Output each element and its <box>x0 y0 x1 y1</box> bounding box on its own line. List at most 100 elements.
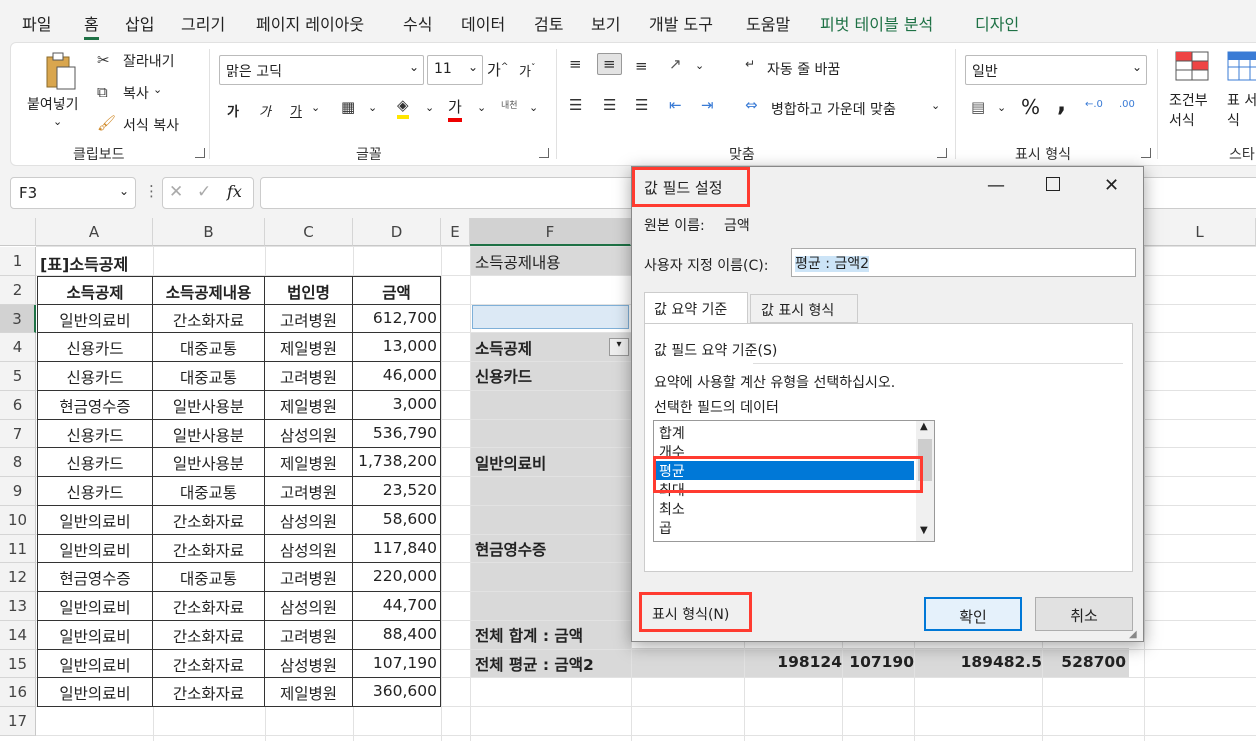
table-cell[interactable]: 삼성의원 <box>265 592 353 621</box>
name-box[interactable]: F3 ⌄ <box>10 177 136 209</box>
list-item[interactable]: 최소 <box>656 499 914 518</box>
table-cell[interactable]: 58,600 <box>353 505 441 535</box>
scroll-down-icon[interactable]: ▼ <box>920 525 928 536</box>
ok-button[interactable]: 확인 <box>924 597 1022 631</box>
table-cell[interactable]: 삼성병원 <box>265 649 353 679</box>
cut-button[interactable]: 잘라내기 <box>123 51 175 71</box>
accounting-format-icon[interactable]: ▤ <box>971 98 985 116</box>
filter-dropdown-icon[interactable]: ▾ <box>609 338 629 356</box>
align-left-icon[interactable]: ☰ <box>569 96 582 114</box>
copy-button[interactable]: 복사 <box>123 83 149 103</box>
row-header[interactable]: 4 <box>0 333 36 362</box>
table-header[interactable]: 금액 <box>353 275 441 305</box>
selected-cell-f3[interactable] <box>472 305 629 329</box>
table-cell[interactable]: 일반의료비 <box>37 592 153 621</box>
table-cell[interactable]: 간소화자료 <box>153 620 265 650</box>
row-header[interactable]: 13 <box>0 592 36 621</box>
orientation-icon[interactable]: ↗ <box>669 55 682 73</box>
underline-dropdown-icon[interactable]: ⌄ <box>311 101 320 114</box>
table-cell[interactable]: 일반의료비 <box>37 534 153 564</box>
row-header[interactable]: 3 <box>0 304 36 334</box>
clipboard-paste-icon[interactable] <box>41 51 77 91</box>
font-size-select[interactable]: 11 ⌄ <box>427 55 483 85</box>
increase-decimal-icon[interactable]: ←.0 <box>1085 99 1103 110</box>
table-cell[interactable]: 제일병원 <box>265 678 353 707</box>
table-cell[interactable]: 간소화자료 <box>153 649 265 679</box>
table-cell[interactable]: 44,700 <box>353 592 441 621</box>
table-cell[interactable]: 신용카드 <box>37 477 153 506</box>
decrease-indent-icon[interactable]: ⇤ <box>669 96 682 114</box>
table-cell[interactable]: 고려병원 <box>265 304 353 334</box>
row-header[interactable]: 6 <box>0 390 36 420</box>
merge-dropdown-icon[interactable]: ⌄ <box>931 99 940 112</box>
table-header[interactable]: 소득공제내용 <box>153 275 265 305</box>
column-header-l[interactable]: L <box>1144 218 1256 246</box>
font-name-select[interactable]: 맑은 고딕 ⌄ <box>219 55 424 85</box>
table-title[interactable]: [표]소득공제 <box>40 247 128 275</box>
row-header[interactable]: 8 <box>0 448 36 477</box>
column-header-d[interactable]: D <box>353 218 441 246</box>
row-header[interactable]: 14 <box>0 620 36 650</box>
table-cell[interactable]: 일반의료비 <box>37 678 153 707</box>
table-cell[interactable]: 대중교통 <box>153 477 265 506</box>
table-cell[interactable]: 536,790 <box>353 419 441 449</box>
merge-center-button[interactable]: 병합하고 가운데 맞춤 <box>771 99 896 119</box>
table-cell[interactable]: 23,520 <box>353 477 441 506</box>
table-header[interactable]: 소득공제 <box>37 275 153 305</box>
table-cell[interactable]: 대중교통 <box>153 563 265 592</box>
select-all-corner[interactable] <box>0 218 36 246</box>
scroll-up-icon[interactable]: ▲ <box>920 421 928 432</box>
pivot-item-1[interactable]: 신용카드 <box>471 361 631 389</box>
align-bottom-icon[interactable]: ≡ <box>635 57 648 75</box>
table-cell[interactable]: 107,190 <box>353 649 441 679</box>
bold-button[interactable]: 가 <box>227 101 239 120</box>
accounting-dropdown-icon[interactable]: ⌄ <box>997 101 1006 114</box>
row-header[interactable]: 9 <box>0 477 36 506</box>
number-launcher-icon[interactable] <box>1141 148 1151 158</box>
align-right-icon[interactable]: ☰ <box>635 96 648 114</box>
comma-button[interactable]: , <box>1057 89 1066 117</box>
column-header-e[interactable]: E <box>441 218 470 246</box>
pivot-avg-value-3[interactable]: 189482.5 <box>914 649 1042 671</box>
font-launcher-icon[interactable] <box>539 148 549 158</box>
tab-home[interactable]: 홈 <box>84 11 99 40</box>
row-header[interactable]: 5 <box>0 362 36 391</box>
font-color-dropdown-icon[interactable]: ⌄ <box>477 101 486 114</box>
table-cell[interactable]: 3,000 <box>353 390 441 420</box>
tab-insert[interactable]: 삽입 <box>125 11 154 35</box>
tab-file[interactable]: 파일 <box>22 11 51 35</box>
tab-draw[interactable]: 그리기 <box>181 11 225 35</box>
tab-summarize-by[interactable]: 값 요약 기준 <box>644 292 748 324</box>
pivot-item-3[interactable]: 현금영수증 <box>471 534 631 562</box>
tab-show-values-as[interactable]: 값 표시 형식 <box>750 294 858 323</box>
table-cell[interactable]: 고려병원 <box>265 477 353 506</box>
tab-developer[interactable]: 개발 도구 <box>649 11 713 35</box>
table-cell[interactable]: 117,840 <box>353 534 441 564</box>
pivot-avg-value-2[interactable]: 107190 <box>842 649 914 671</box>
maximize-icon[interactable] <box>1046 177 1060 191</box>
fill-dropdown-icon[interactable]: ⌄ <box>425 101 434 114</box>
table-cell[interactable]: 삼성의원 <box>265 534 353 564</box>
table-cell[interactable]: 현금영수증 <box>37 390 153 420</box>
table-cell[interactable]: 간소화자료 <box>153 304 265 334</box>
table-cell[interactable]: 일반사용분 <box>153 419 265 449</box>
enter-icon[interactable]: ✓ <box>197 182 211 202</box>
row-header[interactable]: 7 <box>0 419 36 449</box>
table-cell[interactable]: 삼성의원 <box>265 419 353 449</box>
column-header-a[interactable]: A <box>36 218 153 246</box>
table-cell[interactable]: 612,700 <box>353 304 441 334</box>
row-header[interactable]: 15 <box>0 649 36 679</box>
tab-view[interactable]: 보기 <box>591 11 620 35</box>
tab-formulas[interactable]: 수식 <box>403 11 432 35</box>
table-cell[interactable]: 88,400 <box>353 620 441 650</box>
tab-help[interactable]: 도움말 <box>746 11 790 35</box>
row-header[interactable]: 2 <box>0 275 36 305</box>
row-header[interactable]: 1 <box>0 247 36 276</box>
table-cell[interactable]: 고려병원 <box>265 362 353 391</box>
pivot-total-sum[interactable]: 전체 합계 : 금액 <box>471 620 631 648</box>
table-cell[interactable]: 46,000 <box>353 362 441 391</box>
table-cell[interactable]: 일반사용분 <box>153 448 265 477</box>
pinyin-button[interactable]: 내천 <box>501 98 518 111</box>
tab-pivot-analyze[interactable]: 피벗 테이블 분석 <box>820 11 933 35</box>
column-header-f[interactable]: F <box>470 218 631 246</box>
